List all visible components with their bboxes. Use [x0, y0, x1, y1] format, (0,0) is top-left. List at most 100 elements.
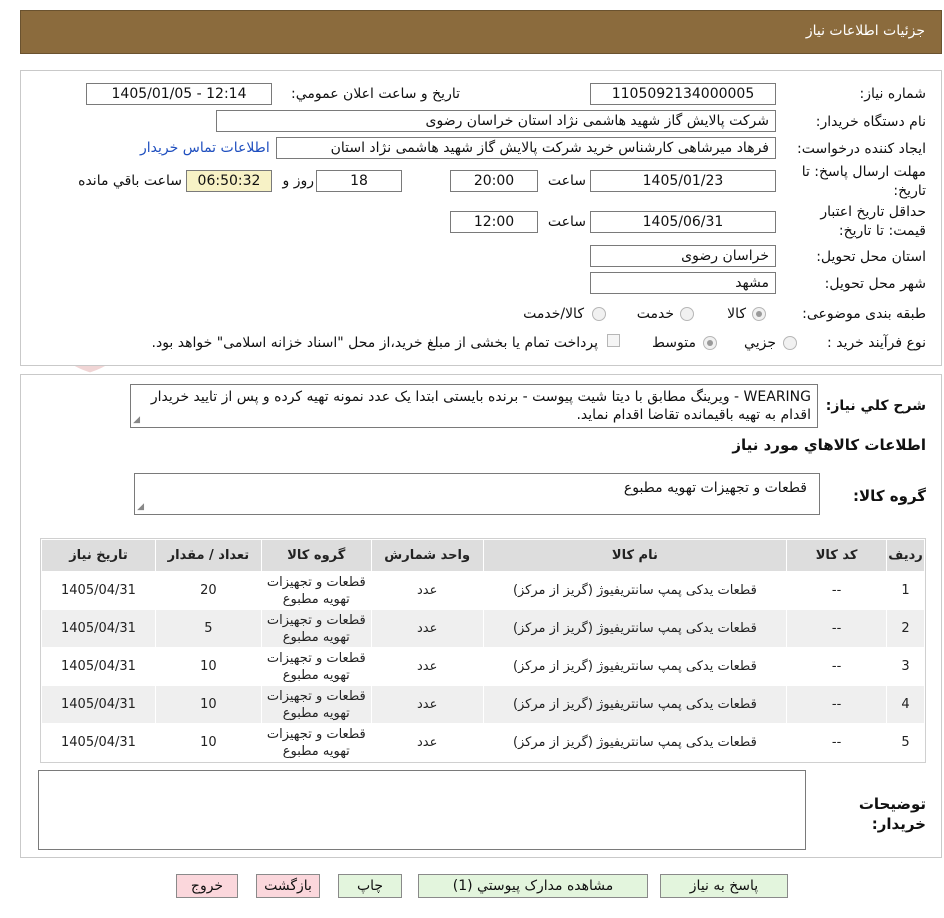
buyer-contact-link[interactable]: اطلاعات تماس خریدار — [140, 140, 270, 156]
column-header: گروه کالا — [260, 539, 372, 572]
table-cell: قطعات یدکی پمپ سانتریفیوژ (گریز از مرکز) — [482, 723, 788, 762]
column-header: نام کالا — [482, 539, 788, 572]
deadline-label: مهلت ارسال پاسخ: تا تاریخ: — [801, 164, 926, 199]
table-cell: قطعات و تجهیزات تهویه مطبوع — [260, 685, 372, 724]
description-label: شرح کلي نیاز: — [825, 398, 926, 414]
remaining-word: ساعت باقي مانده — [78, 173, 182, 189]
buyer-org-label: نام دستگاه خریدار: — [815, 114, 926, 130]
group-label: گروه کالا: — [853, 487, 926, 505]
group-value: قطعات و تجهیزات تهویه مطبوع — [623, 480, 807, 496]
column-header: تعداد / مقدار — [154, 539, 262, 572]
page-title: جزئیات اطلاعات نیاز — [805, 23, 925, 39]
table-cell: -- — [786, 609, 888, 648]
table-header-row: ردیف کد کالا نام کالا واحد شمارش گروه کا… — [41, 539, 925, 572]
table-cell: قطعات یدکی پمپ سانتریفیوژ (گریز از مرکز) — [482, 571, 788, 610]
table-cell: قطعات یدکی پمپ سانتریفیوژ (گریز از مرکز) — [482, 685, 788, 724]
items-table: ردیف کد کالا نام کالا واحد شمارش گروه کا… — [41, 539, 925, 762]
table-cell: -- — [786, 723, 888, 762]
table-cell: 10 — [154, 647, 262, 686]
table-cell: عدد — [370, 571, 484, 610]
table-cell: 2 — [886, 609, 925, 648]
table-cell: قطعات یدکی پمپ سانتریفیوژ (گریز از مرکز) — [482, 647, 788, 686]
treasury-note: پرداخت تمام یا بخشی از مبلغ خرید،از محل … — [151, 335, 598, 351]
table-cell: قطعات و تجهیزات تهویه مطبوع — [260, 609, 372, 648]
items-table-wrapper: ردیف کد کالا نام کالا واحد شمارش گروه کا… — [40, 538, 926, 763]
process-option-partial: جزیي — [744, 335, 776, 351]
table-cell: -- — [786, 571, 888, 610]
table-cell: 10 — [154, 723, 262, 762]
table-row[interactable]: 5 -- قطعات یدکی پمپ سانتریفیوژ (گریز از … — [41, 723, 925, 762]
table-cell: عدد — [370, 647, 484, 686]
resize-grip-icon[interactable]: ◢ — [133, 416, 140, 425]
reply-button[interactable]: پاسخ به نیاز — [660, 874, 788, 898]
table-cell: 4 — [886, 685, 925, 724]
table-cell: عدد — [370, 685, 484, 724]
exit-button[interactable]: خروج — [176, 874, 238, 898]
table-cell: 5 — [154, 609, 262, 648]
province-label: استان محل تحویل: — [816, 249, 926, 265]
need-number-label: شماره نیاز: — [859, 86, 927, 102]
items-section-title: اطلاعات کالاهاي مورد نیاز — [732, 436, 926, 454]
description-textarea[interactable]: WEARING - ویرینگ مطابق با دیتا شیت پیوست… — [130, 384, 818, 428]
deadline-time-word: ساعت — [547, 173, 586, 189]
table-cell: -- — [786, 685, 888, 724]
category-label: طبقه بندی موضوعی: — [802, 306, 926, 322]
table-cell: 1 — [886, 571, 925, 610]
announce-field[interactable]: 1405/01/05 - 12:14 — [86, 83, 272, 105]
need-number-field[interactable]: 1105092134000005 — [590, 83, 776, 105]
resize-grip-icon[interactable]: ◢ — [137, 503, 144, 512]
process-label: نوع فرآیند خرید : — [827, 335, 926, 351]
table-cell: 1405/04/31 — [41, 723, 156, 762]
print-button[interactable]: چاپ — [338, 874, 402, 898]
table-cell: 5 — [886, 723, 925, 762]
table-cell: عدد — [370, 609, 484, 648]
buyer-notes-label: توضیحات خریدار: — [858, 795, 926, 833]
view-attachments-button[interactable]: مشاهده مدارک پیوستي (1) — [418, 874, 648, 898]
validity-date-field[interactable]: 1405/06/31 — [590, 211, 776, 233]
buyer-notes-textarea[interactable] — [38, 770, 806, 850]
category-radio-goods[interactable] — [752, 307, 766, 321]
days-remaining-field[interactable]: 18 — [316, 170, 402, 192]
table-cell: 1405/04/31 — [41, 571, 156, 610]
validity-time-field[interactable]: 12:00 — [450, 211, 538, 233]
category-option-service: خدمت — [636, 306, 674, 322]
validity-label: حداقل تاریخ اعتبار قیمت: تا تاریخ: — [820, 204, 926, 239]
remaining-time-field[interactable]: 06:50:32 — [186, 170, 272, 192]
page-header: جزئیات اطلاعات نیاز — [20, 10, 942, 54]
city-field[interactable]: مشهد — [590, 272, 776, 294]
table-cell: قطعات و تجهیزات تهویه مطبوع — [260, 647, 372, 686]
category-option-goods-service: کالا/خدمت — [523, 306, 584, 322]
process-radio-medium[interactable] — [703, 336, 717, 350]
city-label: شهر محل تحویل: — [824, 276, 926, 292]
announce-label: تاریخ و ساعت اعلان عمومي: — [291, 86, 460, 102]
table-cell: 3 — [886, 647, 925, 686]
province-field[interactable]: خراسان رضوی — [590, 245, 776, 267]
back-button[interactable]: بازگشت — [256, 874, 320, 898]
column-header: ردیف — [886, 539, 925, 572]
group-textarea[interactable]: قطعات و تجهیزات تهویه مطبوع ◢ — [134, 473, 820, 515]
table-row[interactable]: 1 -- قطعات یدکی پمپ سانتریفیوژ (گریز از … — [41, 571, 925, 610]
column-header: تاریخ نیاز — [41, 539, 156, 572]
column-header: واحد شمارش — [370, 539, 484, 572]
table-cell: -- — [786, 647, 888, 686]
buyer-org-field[interactable]: شرکت پالایش گاز شهید هاشمی نژاد استان خر… — [216, 110, 776, 132]
process-radio-partial[interactable] — [783, 336, 797, 350]
deadline-date-field[interactable]: 1405/01/23 — [590, 170, 776, 192]
requester-field[interactable]: فرهاد میرشاهی کارشناس خرید شرکت پالایش گ… — [276, 137, 776, 159]
category-option-goods: کالا — [727, 306, 746, 322]
description-text: WEARING - ویرینگ مطابق با دیتا شیت پیوست… — [150, 389, 811, 423]
column-header: کد کالا — [786, 539, 888, 572]
table-row[interactable]: 3 -- قطعات یدکی پمپ سانتریفیوژ (گریز از … — [41, 647, 925, 686]
table-row[interactable]: 4 -- قطعات یدکی پمپ سانتریفیوژ (گریز از … — [41, 685, 925, 724]
category-radio-goods-service[interactable] — [592, 307, 606, 321]
deadline-time-field[interactable]: 20:00 — [450, 170, 538, 192]
requester-label: ایجاد کننده درخواست: — [797, 141, 926, 157]
category-radio-service[interactable] — [680, 307, 694, 321]
table-cell: 1405/04/31 — [41, 647, 156, 686]
table-row[interactable]: 2 -- قطعات یدکی پمپ سانتریفیوژ (گریز از … — [41, 609, 925, 648]
validity-time-word: ساعت — [547, 214, 586, 230]
treasury-checkbox[interactable] — [607, 334, 620, 347]
process-option-medium: متوسط — [652, 335, 696, 351]
table-cell: قطعات یدکی پمپ سانتریفیوژ (گریز از مرکز) — [482, 609, 788, 648]
table-cell: 1405/04/31 — [41, 609, 156, 648]
